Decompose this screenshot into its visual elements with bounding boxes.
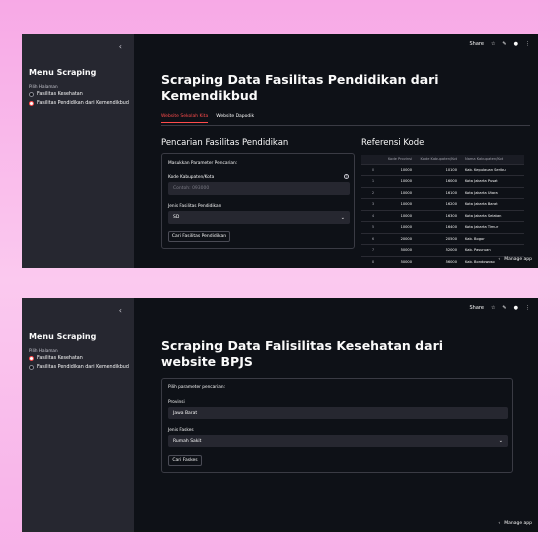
kode-label: Kode Kabupaten/Kota <box>168 175 215 180</box>
page-title: Scraping Data Falisilitas Kesehatan dari… <box>161 338 444 369</box>
page-title: Scraping Data Fasilitas Pendidikan dari … <box>161 72 439 103</box>
table-row: 5 10000 16400 Kota Jakarta Timur <box>361 221 524 233</box>
kode-input[interactable]: Contoh: 093000 <box>168 182 350 195</box>
table-cell: 10000 <box>385 163 415 176</box>
jenis-select[interactable]: SD ⌄ <box>168 211 350 224</box>
row-index: 6 <box>361 232 385 245</box>
radio-fasilitas-kesehatan[interactable]: Fasilitas Kesehatan <box>29 91 129 98</box>
sidebar-title: Menu Scraping <box>29 332 97 341</box>
app-window-kesehatan: ‹ Menu Scraping Pilih Halaman Fasilitas … <box>22 298 538 532</box>
sidebar-title: Menu Scraping <box>29 68 97 77</box>
help-icon[interactable]: ? <box>344 174 349 179</box>
jenis-label: Jenis Fasilitas Pendidikan <box>168 204 222 209</box>
table-cell: Kota Jakarta Pusat <box>460 175 524 187</box>
table-row: 2 10000 16100 Kota Jakarta Utara <box>361 186 524 199</box>
table-row: 0 10000 10100 Kab. Kepulauan Seribu <box>361 163 524 176</box>
collapse-sidebar-icon[interactable]: ‹ <box>119 306 122 315</box>
chevron-down-icon: ⌄ <box>340 214 345 221</box>
table-cell: 10000 <box>385 175 415 187</box>
main-content: Scraping Data Falisilitas Kesehatan dari… <box>134 298 538 532</box>
sidebar: ‹ Menu Scraping Pilih Halaman Fasilitas … <box>22 298 134 532</box>
tab-dapodik[interactable]: Website Dapodik <box>216 114 254 123</box>
radio-circle-selected <box>29 101 34 106</box>
table-row: 1 10000 16000 Kota Jakarta Pusat <box>361 175 524 187</box>
provinsi-input[interactable]: Jawa Barat <box>168 407 508 419</box>
radio-circle-selected <box>29 356 34 361</box>
table-cell: 10000 <box>385 186 415 199</box>
table-row: 7 50000 52000 Kab. Pasuruan <box>361 244 524 256</box>
table-cell: 52000 <box>415 244 460 256</box>
table-cell: 16200 <box>415 198 460 210</box>
row-index: 4 <box>361 209 385 222</box>
manage-app-button[interactable]: ‹ Manage app <box>498 257 532 262</box>
table-cell: Kab. Kepulauan Seribu <box>460 163 524 176</box>
row-index: 7 <box>361 244 385 256</box>
form-heading: Pencarian Fasilitas Pendidikan <box>161 138 289 148</box>
cari-faskes-button[interactable]: Cari Faskes <box>168 455 202 466</box>
table-cell: 16300 <box>415 209 460 222</box>
cari-fasilitas-button[interactable]: Cari Fasilitas Pendidikan <box>168 231 230 242</box>
jenis-faskes-select[interactable]: Rumah Sakit ⌄ <box>168 435 508 447</box>
radio-fasilitas-kesehatan[interactable]: Fasilitas Kesehatan <box>29 355 129 362</box>
row-index: 1 <box>361 175 385 187</box>
jenis-faskes-label: Jenis Faskes <box>168 428 194 433</box>
table-cell: Kota Jakarta Selatan <box>460 209 524 222</box>
tab-bar: Website Sekolah Kita Website Dapodik <box>161 114 254 123</box>
row-index: 5 <box>361 221 385 233</box>
chevron-left-icon: ‹ <box>498 257 501 262</box>
table-cell: Kota Jakarta Utara <box>460 186 524 199</box>
table-row: 3 10000 16200 Kota Jakarta Barat <box>361 198 524 210</box>
table-cell: 56000 <box>415 255 460 268</box>
radio-fasilitas-pendidikan[interactable]: Fasilitas Pendidikan dari Kemendikbud <box>29 100 129 107</box>
chevron-down-icon: ⌄ <box>498 438 503 444</box>
table-cell: 16400 <box>415 221 460 233</box>
manage-app-button[interactable]: ‹ Manage app <box>498 521 532 526</box>
sidebar: ‹ Menu Scraping Pilih Halaman Fasilitas … <box>22 34 134 268</box>
table-cell: 16000 <box>415 175 460 187</box>
radio-circle <box>29 92 34 97</box>
row-index: 3 <box>361 198 385 210</box>
table-row: 6 20000 20500 Kab. Bogor <box>361 232 524 245</box>
chevron-left-icon: ‹ <box>498 521 501 526</box>
table-cell: Kota Jakarta Barat <box>460 198 524 210</box>
search-form: Masukkan Parameter Pencarian: Kode Kabup… <box>161 153 355 249</box>
form-label: Masukkan Parameter Pencarian: <box>168 161 238 166</box>
radio-group-label: Pilih Halaman <box>29 348 58 353</box>
table-cell: 10000 <box>385 221 415 233</box>
provinsi-label: Provinsi <box>168 400 185 405</box>
form-label: Pilih parameter pencarian: <box>168 385 226 390</box>
ref-heading: Referensi Kode <box>361 138 425 148</box>
tab-sekolah-kita[interactable]: Website Sekolah Kita <box>161 114 209 123</box>
table-cell: 50000 <box>385 244 415 256</box>
tab-divider <box>161 125 530 126</box>
table-cell: 10000 <box>385 198 415 210</box>
table-header-row: Kode Provinsi Kode Kabupaten/Kot Nama Ka… <box>361 155 524 164</box>
radio-circle <box>29 365 34 370</box>
table-row: 4 10000 16300 Kota Jakarta Selatan <box>361 209 524 222</box>
collapse-sidebar-icon[interactable]: ‹ <box>119 42 122 51</box>
app-window-pendidikan: ‹ Menu Scraping Pilih Halaman Fasilitas … <box>22 34 538 268</box>
row-index: 2 <box>361 186 385 199</box>
table-cell: 10100 <box>415 163 460 176</box>
table-cell: Kab. Pasuruan <box>460 244 524 256</box>
table-cell: Kab. Bogor <box>460 232 524 245</box>
row-index: 8 <box>361 255 385 268</box>
search-form: Pilih parameter pencarian: Provinsi Jawa… <box>161 378 513 473</box>
table-cell: 50000 <box>385 255 415 268</box>
main-content: Scraping Data Fasilitas Pendidikan dari … <box>134 34 538 268</box>
table-cell: 20000 <box>385 232 415 245</box>
row-index: 0 <box>361 163 385 176</box>
table-cell: 10000 <box>385 209 415 222</box>
radio-fasilitas-pendidikan[interactable]: Fasilitas Pendidikan dari Kemendikbud <box>29 364 129 371</box>
table-cell: 16100 <box>415 186 460 199</box>
reference-table: Kode Provinsi Kode Kabupaten/Kot Nama Ka… <box>361 155 524 268</box>
table-cell: 20500 <box>415 232 460 245</box>
table-cell: Kota Jakarta Timur <box>460 221 524 233</box>
radio-group-label: Pilih Halaman <box>29 84 58 89</box>
